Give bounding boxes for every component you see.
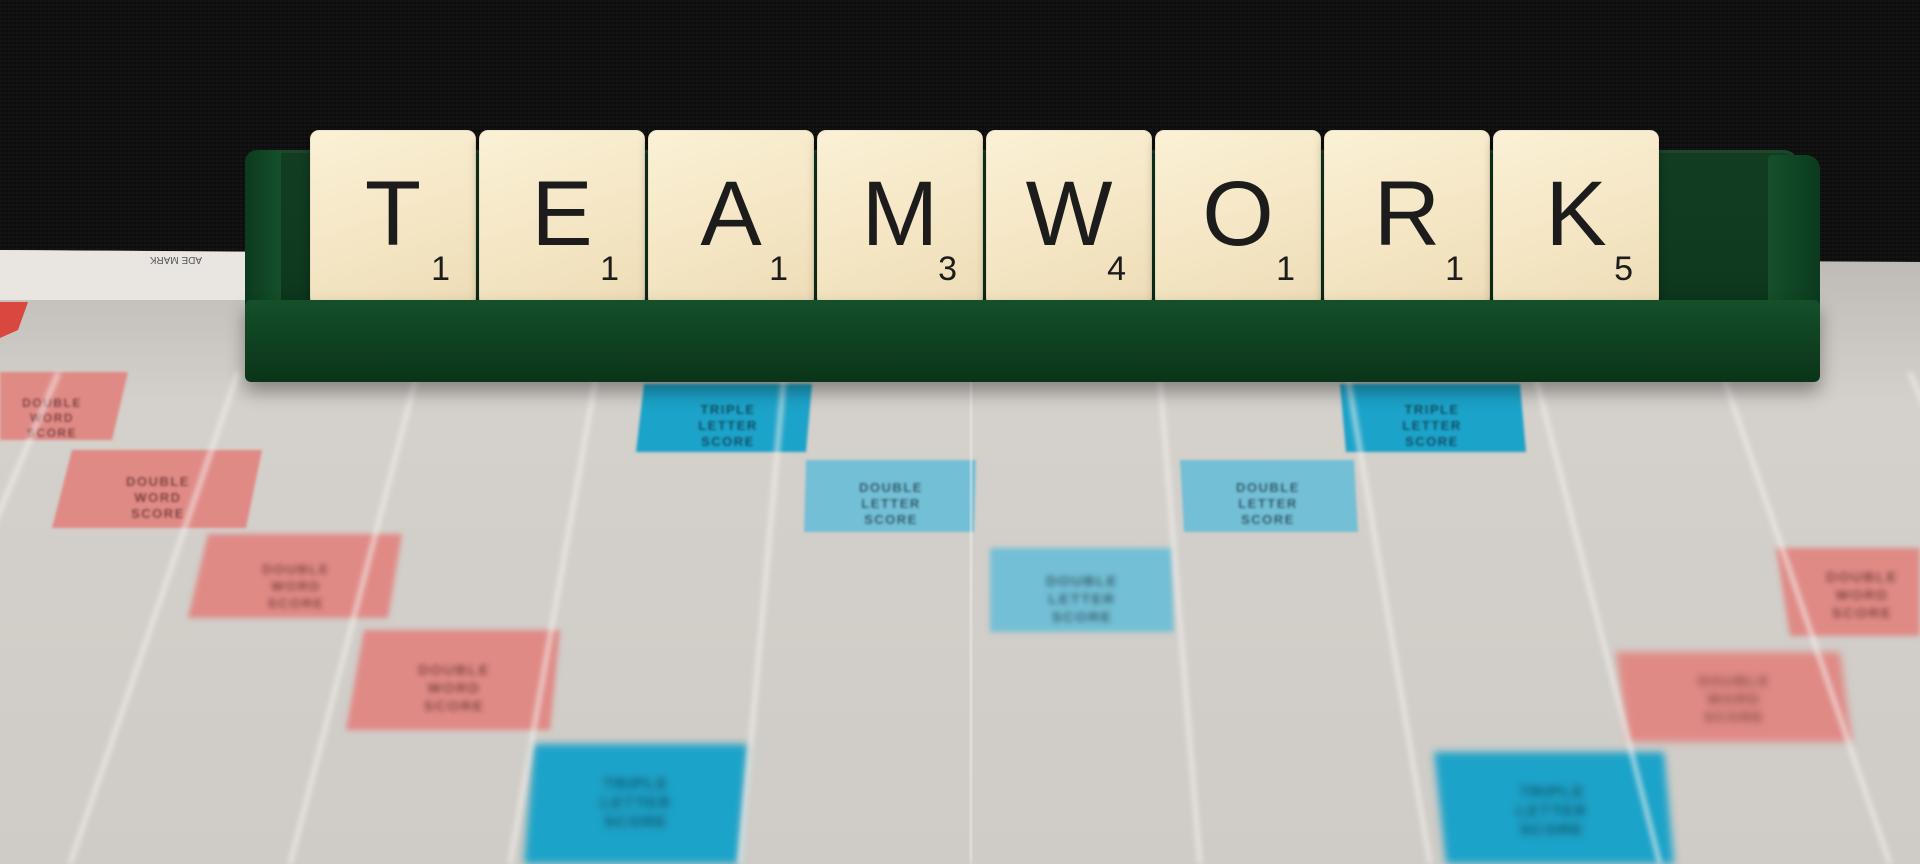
tile-points: 1 [1445,250,1464,288]
tile-r[interactable]: R 1 [1324,130,1490,306]
tile-letter: R [1373,163,1441,265]
premium-square-triple-letter: TRIPLELETTERSCORE [636,384,812,452]
tile-points: 3 [938,250,957,288]
premium-square-double-word: DOUBLEWORDSCORE [346,630,560,730]
board-border-strip [0,250,280,300]
premium-square-label: LETTER [1516,803,1587,820]
tile-letter: E [531,163,593,265]
tile-letter: W [1025,163,1113,265]
premium-square-double-letter: DOUBLELETTERSCORE [1180,460,1358,532]
premium-square-label: SCORE [1241,512,1295,527]
premium-square-double-word: DOUBLEWORDSCORE [1616,652,1852,742]
premium-square-label: DOUBLE [1698,673,1770,690]
tile-o[interactable]: O 1 [1155,130,1321,306]
tile-letter: M [861,163,939,265]
premium-square-label: SCORE [424,698,485,715]
premium-square-label: SCORE [1520,822,1584,839]
tile-letter: O [1202,163,1274,265]
premium-square-label: WORD [1835,587,1889,604]
premium-square-double-word: DOUBLEWORDSCORE [52,450,262,528]
premium-square-label: LETTER [1238,496,1298,511]
premium-square-label: DOUBLE [859,480,923,495]
tile-points: 1 [769,250,788,288]
premium-square-label: SCORE [1704,709,1765,726]
premium-square-label: LETTER [1048,591,1115,608]
tile-a[interactable]: A 1 [648,130,814,306]
premium-square-double-letter: DOUBLELETTERSCORE [804,460,976,532]
tile-e[interactable]: E 1 [479,130,645,306]
premium-square-label: SCORE [864,512,918,527]
premium-square-triple-letter: TRIPLELETTERSCORE [1340,384,1526,452]
tile-k[interactable]: K 5 [1493,130,1659,306]
premium-square-label: TRIPLE [700,402,755,417]
premium-square-label: TRIPLE [1404,402,1459,417]
tile-rack-front-lip [245,300,1820,382]
premium-square-label: DOUBLE [1046,573,1118,590]
premium-square-label: LETTER [600,795,671,812]
board-edge-text: ADE MARK [149,254,202,265]
tile-m[interactable]: M 3 [817,130,983,306]
premium-square-label: SCORE [1832,605,1893,622]
premium-square-triple-letter: TRIPLE LETTER SCORE [1434,752,1674,864]
tile-letter: A [700,163,762,265]
premium-square-label: WORD [1707,691,1761,708]
premium-square-label: SCORE [604,814,668,831]
tile-points: 1 [431,250,450,288]
tile-t[interactable]: T 1 [310,130,476,306]
premium-square-double-letter: DOUBLELETTERSCORE [990,548,1174,632]
premium-square-label: DOUBLE [418,662,490,679]
premium-square-label: SCORE [131,506,185,521]
premium-square-label: TRIPLE [603,776,669,793]
tile-points: 4 [1107,250,1126,288]
tile-letter: T [364,163,422,265]
tile-points: 5 [1614,250,1633,288]
premium-square-label: LETTER [698,418,758,433]
tile-letter: K [1545,163,1607,265]
premium-square-label: DOUBLE [22,396,82,410]
tile-w[interactable]: W 4 [986,130,1152,306]
tile-points: 1 [600,250,619,288]
premium-square-double-word: DOUBLEWORDSCORE [0,372,128,440]
premium-square-label: WORD [134,490,181,505]
premium-square-label: LETTER [1402,418,1462,433]
premium-square-label: DOUBLE [1236,480,1300,495]
tile-points: 1 [1276,250,1295,288]
premium-square-triple-letter: TRIPLE LETTER SCORE [524,744,748,864]
grid-line-vertical [968,371,974,864]
premium-square-label: DOUBLE [126,474,190,489]
premium-square-label: LETTER [861,496,921,511]
premium-square-double-word: DOUBLEWORDSCORE [188,534,402,618]
premium-square-label: WORD [271,578,321,594]
premium-square-label: WORD [427,680,481,697]
premium-square-label: SCORE [267,595,324,611]
premium-square-label: TRIPLE [1519,784,1585,801]
scrabble-scene: ADE MARK DOUBLE WORD SCORE DOUBLE WORD SCORE D… [0,0,1920,864]
premium-square-label: DOUBLE [262,561,330,577]
premium-square-label: DOUBLE [1826,569,1898,586]
